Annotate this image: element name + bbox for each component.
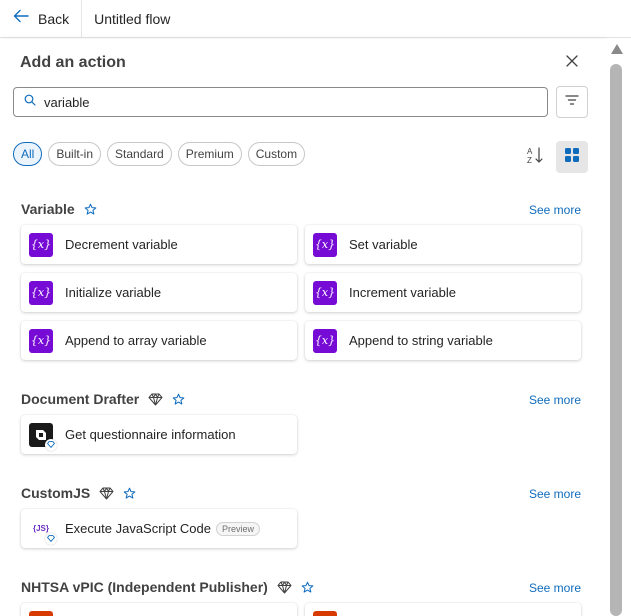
top-bar: Back Untitled flow xyxy=(0,0,631,38)
nhtsa-icon xyxy=(29,610,53,616)
category-chips: All Built-in Standard Premium Custom xyxy=(13,142,306,166)
action-label: Get questionnaire information xyxy=(65,427,236,442)
filter-icon xyxy=(565,93,579,111)
svg-text:A: A xyxy=(527,147,533,156)
sort-button[interactable]: A Z xyxy=(520,142,550,172)
section-header-customjs: CustomJS xyxy=(21,483,136,503)
star-icon[interactable] xyxy=(301,581,314,594)
action-card-set-variable[interactable]: {x} Set variable xyxy=(305,225,581,264)
action-label: Decrement variable xyxy=(65,237,178,252)
nhtsa-icon xyxy=(313,610,337,616)
search-box[interactable] xyxy=(13,87,548,117)
see-more-link[interactable]: See more xyxy=(529,581,581,595)
variable-icon: {x} xyxy=(313,328,337,353)
chip-all[interactable]: All xyxy=(13,142,43,166)
see-more-link[interactable]: See more xyxy=(529,203,581,217)
section-title: Variable xyxy=(21,201,75,217)
back-button[interactable]: Back xyxy=(0,0,83,38)
sort-az-icon: A Z xyxy=(525,145,545,170)
grid-view-icon xyxy=(564,147,580,168)
action-label: Increment variable xyxy=(349,285,456,300)
chip-premium[interactable]: Premium xyxy=(177,142,242,166)
flow-title[interactable]: Untitled flow xyxy=(94,11,170,27)
chip-custom[interactable]: Custom xyxy=(247,142,306,166)
action-label: Execute JavaScript Code xyxy=(65,521,211,536)
action-card-append-to-string-variable[interactable]: {x} Append to string variable xyxy=(305,321,581,360)
action-card-nhtsa-2[interactable] xyxy=(305,603,581,616)
section-title: CustomJS xyxy=(21,485,91,501)
close-icon xyxy=(566,54,578,72)
action-card-increment-variable[interactable]: {x} Increment variable xyxy=(305,273,581,312)
grid-view-button[interactable] xyxy=(556,141,588,173)
arrow-left-icon xyxy=(12,7,30,30)
see-more-link[interactable]: See more xyxy=(529,487,581,501)
panel-title: Add an action xyxy=(20,54,126,71)
action-label: Initialize variable xyxy=(65,285,162,300)
action-card-get-questionnaire-information[interactable]: Get questionnaire information xyxy=(21,415,297,454)
section-title: Document Drafter xyxy=(21,391,140,407)
premium-diamond-icon xyxy=(148,393,163,406)
action-label: Append to string variable xyxy=(349,333,493,348)
variable-icon: {x} xyxy=(29,328,53,353)
premium-diamond-icon xyxy=(45,438,57,451)
premium-diamond-icon xyxy=(45,532,57,545)
action-card-execute-javascript-code[interactable]: {JS} Execute JavaScript Code Preview xyxy=(21,509,297,548)
star-icon[interactable] xyxy=(123,487,136,500)
see-more-link[interactable]: See more xyxy=(529,393,581,407)
scrollbar-thumb[interactable] xyxy=(610,64,622,616)
premium-diamond-icon xyxy=(277,581,292,594)
action-label: Append to array variable xyxy=(65,333,207,348)
action-card-initialize-variable[interactable]: {x} Initialize variable xyxy=(21,273,297,312)
chip-built-in[interactable]: Built-in xyxy=(48,142,102,166)
customjs-icon: {JS} xyxy=(29,516,57,545)
action-card-decrement-variable[interactable]: {x} Decrement variable xyxy=(21,225,297,264)
back-label: Back xyxy=(38,10,70,27)
svg-text:Z: Z xyxy=(527,156,532,165)
search-input[interactable] xyxy=(44,94,524,110)
section-header-document-drafter: Document Drafter xyxy=(21,389,185,409)
action-card-append-to-array-variable[interactable]: {x} Append to array variable xyxy=(21,321,297,360)
filter-button[interactable] xyxy=(556,86,588,118)
variable-icon: {x} xyxy=(313,280,337,305)
close-button[interactable] xyxy=(562,53,582,73)
variable-icon: {x} xyxy=(29,280,53,305)
section-title: NHTSA vPIC (Independent Publisher) xyxy=(21,579,268,595)
document-drafter-icon xyxy=(29,422,57,451)
star-icon[interactable] xyxy=(84,203,97,216)
add-action-panel: Add an action All Built-in Standard Prem… xyxy=(0,39,604,616)
premium-diamond-icon xyxy=(99,487,114,500)
variable-icon: {x} xyxy=(29,232,53,257)
action-card-nhtsa-1[interactable] xyxy=(21,603,297,616)
action-label: Set variable xyxy=(349,237,418,252)
chip-standard[interactable]: Standard xyxy=(107,142,172,166)
search-icon xyxy=(24,93,36,111)
scroll-up-arrow-icon[interactable] xyxy=(611,44,623,54)
variable-icon: {x} xyxy=(313,232,337,257)
section-header-variable: Variable xyxy=(21,199,97,219)
section-header-nhtsa-vpic: NHTSA vPIC (Independent Publisher) xyxy=(21,577,314,597)
star-icon[interactable] xyxy=(172,393,185,406)
preview-badge: Preview xyxy=(215,521,260,536)
customjs-icon-text: {JS} xyxy=(32,524,49,533)
